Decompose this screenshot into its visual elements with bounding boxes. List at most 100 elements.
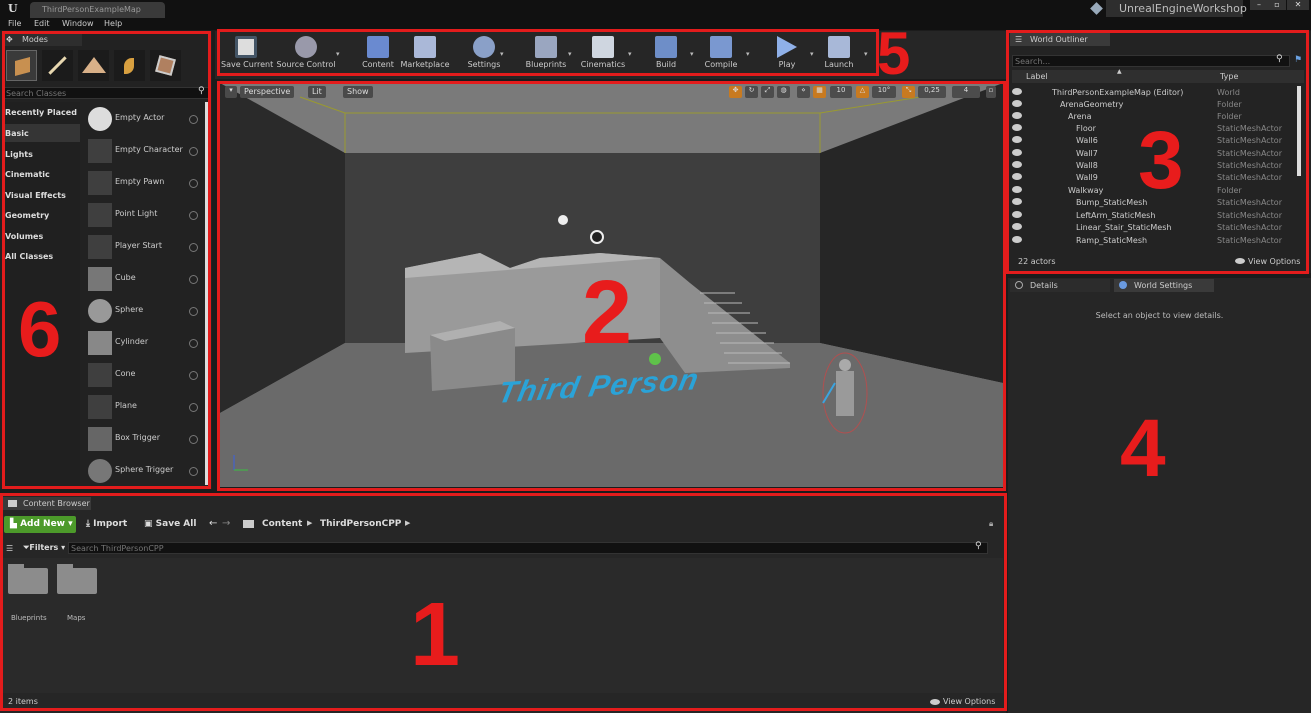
world-settings-tab[interactable]: World Settings — [1114, 279, 1214, 292]
scale-snap-value[interactable]: 0,25 — [918, 86, 946, 98]
place-item-player-start[interactable]: Player Start — [83, 233, 203, 263]
menu-window[interactable]: Window — [62, 19, 94, 28]
place-item-plane[interactable]: Plane — [83, 393, 203, 423]
save-current-button[interactable]: Save Current — [221, 36, 273, 69]
eye-icon[interactable] — [1012, 112, 1022, 119]
maximize-viewport-icon[interactable]: ▫ — [986, 86, 996, 98]
folder-maps[interactable] — [57, 564, 99, 594]
eye-icon[interactable] — [1012, 124, 1022, 131]
source-control-dropdown-icon[interactable]: ▾ — [336, 50, 340, 58]
eye-icon[interactable] — [1012, 223, 1022, 230]
geometry-mode-icon[interactable] — [150, 50, 181, 81]
help-icon[interactable] — [189, 403, 198, 412]
place-mode-icon[interactable] — [6, 50, 37, 81]
modes-tab[interactable]: Modes — [2, 33, 82, 46]
help-icon[interactable] — [189, 467, 198, 476]
rotate-tool-icon[interactable]: ↻ — [745, 86, 758, 98]
world-space-icon[interactable]: ◍ — [777, 86, 790, 98]
document-tab[interactable]: ThirdPersonExampleMap — [30, 2, 165, 18]
grid-snap-value[interactable]: 10 — [830, 86, 852, 98]
play-dropdown-icon[interactable]: ▾ — [810, 50, 814, 58]
viewport-options-button[interactable]: ▾ — [225, 86, 237, 98]
modes-scrollbar[interactable] — [205, 102, 209, 485]
category-basic[interactable]: Basic — [5, 129, 29, 138]
place-item-box-trigger[interactable]: Box Trigger — [83, 425, 203, 455]
help-icon[interactable] — [189, 179, 198, 188]
launch-button[interactable]: Launch — [822, 36, 856, 69]
place-item-empty-pawn[interactable]: Empty Pawn — [83, 169, 203, 199]
back-arrow-icon[interactable]: ← — [209, 518, 217, 529]
filters-button[interactable]: ⏷Filters ▾ — [23, 543, 65, 553]
help-icon[interactable] — [189, 371, 198, 380]
menu-edit[interactable]: Edit — [34, 19, 50, 28]
eye-icon[interactable] — [1012, 211, 1022, 218]
rotation-snap-value[interactable]: 10° — [872, 86, 896, 98]
content-button[interactable]: Content — [360, 36, 396, 69]
place-item-sphere-trigger[interactable]: Sphere Trigger — [83, 457, 203, 487]
foliage-mode-icon[interactable] — [114, 50, 145, 81]
perspective-button[interactable]: Perspective — [240, 86, 295, 98]
cinematics-button[interactable]: Cinematics — [580, 36, 626, 69]
place-item-sphere[interactable]: Sphere — [83, 297, 203, 327]
import-button[interactable]: ⤓ Import — [86, 519, 127, 529]
eye-icon[interactable] — [1012, 161, 1022, 168]
category-recently-placed[interactable]: Recently Placed — [5, 108, 77, 117]
outliner-row[interactable]: Linear_Stair_StaticMesh StaticMeshActor — [1012, 221, 1304, 233]
minimize-button[interactable]: – — [1250, 0, 1268, 10]
save-all-button[interactable]: ▣ Save All — [144, 519, 196, 529]
folder-blueprints[interactable] — [8, 564, 50, 594]
settings-button[interactable]: Settings — [466, 36, 502, 69]
category-geometry[interactable]: Geometry — [5, 211, 49, 220]
category-all-classes[interactable]: All Classes — [5, 252, 53, 261]
help-icon[interactable] — [189, 275, 198, 284]
grid-snap-icon[interactable]: ▦ — [813, 86, 826, 98]
asset-search-input[interactable] — [71, 543, 951, 553]
marketplace-button[interactable]: Marketplace — [400, 36, 450, 69]
scale-snap-icon[interactable]: ⤡ — [902, 86, 915, 98]
help-icon[interactable] — [189, 435, 198, 444]
add-new-button[interactable]: ▙ Add New ▾ — [4, 516, 76, 533]
help-icon[interactable] — [189, 339, 198, 348]
help-icon[interactable] — [189, 115, 198, 124]
eye-icon[interactable] — [1012, 173, 1022, 180]
category-cinematic[interactable]: Cinematic — [5, 170, 50, 179]
outliner-tab[interactable]: World Outliner — [1010, 33, 1110, 46]
outliner-row[interactable]: Ramp_StaticMesh StaticMeshActor — [1012, 234, 1304, 246]
compile-button[interactable]: Compile — [702, 36, 740, 69]
blueprints-button[interactable]: Blueprints — [524, 36, 568, 69]
compile-dropdown-icon[interactable]: ▾ — [746, 50, 750, 58]
help-icon[interactable] — [189, 211, 198, 220]
pin-icon[interactable]: ⚑ — [1294, 55, 1302, 65]
forward-arrow-icon[interactable]: → — [222, 518, 230, 529]
eye-icon[interactable] — [1012, 149, 1022, 156]
content-view-options[interactable]: View Options — [943, 697, 995, 706]
launch-dropdown-icon[interactable]: ▾ — [864, 50, 868, 58]
translate-tool-icon[interactable]: ✥ — [729, 86, 742, 98]
lit-button[interactable]: Lit — [308, 86, 326, 98]
menu-help[interactable]: Help — [104, 19, 122, 28]
outliner-view-options[interactable]: View Options — [1248, 257, 1300, 266]
eye-icon[interactable] — [1012, 236, 1022, 243]
source-control-button[interactable]: Source Control — [276, 36, 336, 69]
place-item-cylinder[interactable]: Cylinder — [83, 329, 203, 359]
help-icon[interactable] — [189, 243, 198, 252]
cinematics-dropdown-icon[interactable]: ▾ — [628, 50, 632, 58]
column-type-header[interactable]: Type — [1220, 72, 1238, 81]
help-icon[interactable] — [189, 307, 198, 316]
eye-icon[interactable] — [1012, 136, 1022, 143]
eye-icon[interactable] — [1012, 186, 1022, 193]
outliner-scrollbar[interactable] — [1297, 86, 1301, 176]
outliner-row[interactable]: ArenaGeometry Folder — [1012, 98, 1304, 110]
breadcrumb-thirdpersoncpp[interactable]: ThirdPersonCPP — [320, 519, 401, 529]
settings-dropdown-icon[interactable]: ▾ — [500, 50, 504, 58]
eye-icon[interactable] — [1012, 88, 1022, 95]
build-dropdown-icon[interactable]: ▾ — [690, 50, 694, 58]
build-button[interactable]: Build — [650, 36, 682, 69]
place-item-cone[interactable]: Cone — [83, 361, 203, 391]
close-button[interactable]: ✕ — [1287, 0, 1309, 10]
scale-tool-icon[interactable]: ⤢ — [761, 86, 774, 98]
camera-speed-value[interactable]: 4 — [952, 86, 980, 98]
landscape-mode-icon[interactable] — [78, 50, 109, 81]
outliner-search-input[interactable] — [1015, 56, 1265, 66]
details-tab[interactable]: Details — [1010, 279, 1110, 292]
